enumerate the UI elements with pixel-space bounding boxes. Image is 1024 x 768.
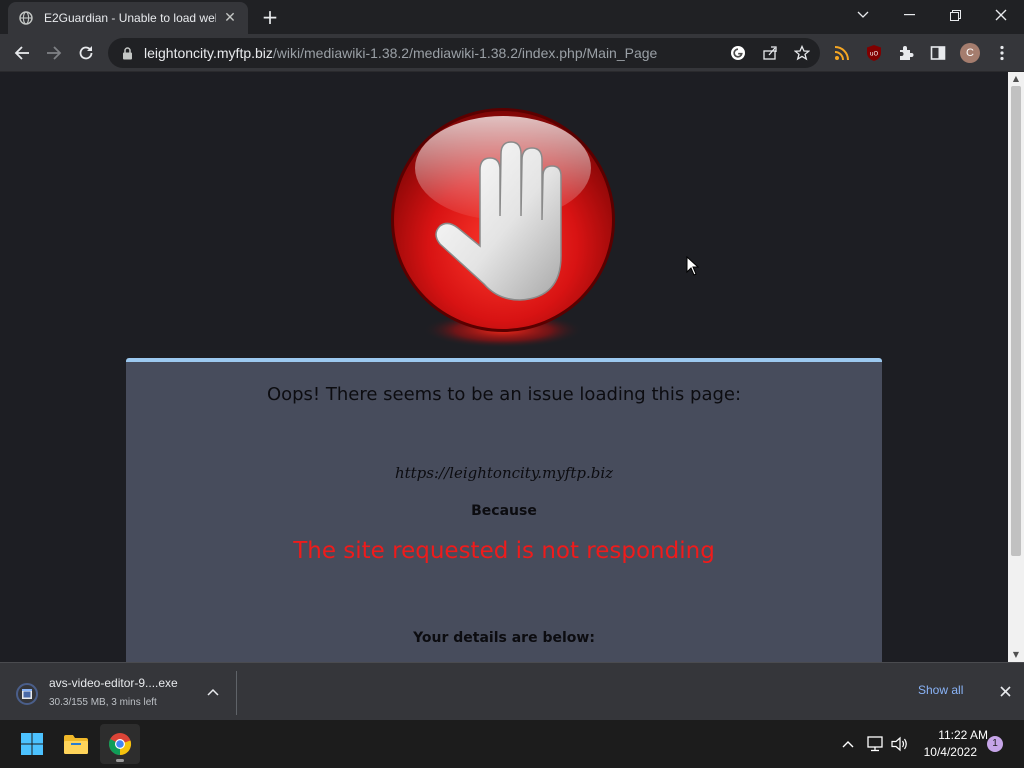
stop-hand-icon: [391, 108, 615, 348]
chevron-up-tray-icon[interactable]: [838, 734, 858, 754]
forward-button[interactable]: [40, 39, 68, 67]
active-app-indicator: [116, 759, 124, 762]
minimize-icon: [903, 14, 915, 16]
share-icon[interactable]: [762, 45, 778, 61]
chevron-down-icon: [857, 11, 869, 18]
bookmark-star-icon[interactable]: [794, 45, 810, 61]
details-heading: Your details are below:: [413, 630, 595, 646]
tab-strip: E2Guardian - Unable to load web ✕ +: [0, 0, 1024, 34]
volume-icon[interactable]: [890, 734, 910, 754]
error-message-panel: Oops! There seems to be an issue loading…: [126, 358, 882, 662]
svg-text:uO: uO: [870, 51, 879, 58]
chevron-up-icon[interactable]: [206, 685, 220, 699]
restore-button[interactable]: [932, 0, 978, 30]
close-icon: [995, 9, 1007, 21]
vertical-scrollbar[interactable]: ▲ ▼: [1008, 72, 1024, 662]
because-label: Because: [471, 503, 537, 519]
shelf-divider: [236, 671, 237, 715]
page-viewport: Oops! There seems to be an issue loading…: [0, 72, 1008, 662]
clock-time[interactable]: 11:22 AM: [912, 728, 988, 742]
file-explorer-button[interactable]: [56, 724, 96, 764]
rss-extension-icon[interactable]: [832, 43, 852, 63]
new-tab-button[interactable]: +: [258, 6, 282, 28]
extensions-puzzle-icon[interactable]: [896, 43, 916, 63]
tab-search-button[interactable]: [840, 0, 886, 30]
ublock-origin-icon[interactable]: uO: [864, 43, 884, 63]
installer-file-icon: [16, 683, 38, 705]
block-reason: The site requested is not responding: [293, 538, 715, 564]
download-shelf: avs-video-editor-9....exe 30.3/155 MB, 3…: [0, 662, 1024, 720]
mouse-cursor-icon: [686, 256, 700, 276]
lock-icon[interactable]: [120, 46, 134, 60]
blocked-url: https://leightoncity.myftp.biz: [394, 464, 614, 482]
profile-avatar[interactable]: C: [960, 43, 980, 63]
window-close-button[interactable]: [978, 0, 1024, 30]
address-bar[interactable]: leightoncity.myftp.biz/wiki/mediawiki-1.…: [108, 38, 820, 68]
url-text: leightoncity.myftp.biz/wiki/mediawiki-1.…: [144, 45, 657, 61]
back-button[interactable]: [8, 39, 36, 67]
reload-icon: [79, 46, 93, 60]
scroll-up-icon[interactable]: ▲: [1008, 72, 1024, 86]
windows-logo-icon: [21, 733, 43, 755]
folder-icon: [64, 735, 88, 754]
google-lens-icon[interactable]: [730, 45, 746, 61]
download-item[interactable]: avs-video-editor-9....exe 30.3/155 MB, 3…: [10, 671, 232, 713]
chrome-taskbar-button[interactable]: [100, 724, 140, 764]
arrow-right-icon: [47, 46, 62, 60]
minimize-button[interactable]: [886, 0, 932, 30]
url-host: leightoncity.myftp.biz: [144, 45, 273, 61]
notification-badge[interactable]: 1: [987, 736, 1003, 752]
browser-toolbar: leightoncity.myftp.biz/wiki/mediawiki-1.…: [0, 34, 1024, 72]
download-file-name: avs-video-editor-9....exe: [49, 676, 178, 690]
restore-icon: [949, 9, 961, 21]
globe-icon: [18, 10, 34, 26]
clock-date[interactable]: 10/4/2022: [912, 745, 977, 759]
scroll-down-icon[interactable]: ▼: [1008, 648, 1024, 662]
reload-button[interactable]: [72, 39, 100, 67]
arrow-left-icon: [14, 46, 29, 60]
url-path: /wiki/mediawiki-1.38.2/mediawiki-1.38.2/…: [272, 45, 658, 61]
kebab-menu-icon[interactable]: [992, 43, 1012, 63]
tab-title: E2Guardian - Unable to load web: [44, 11, 216, 25]
side-panel-icon[interactable]: [928, 43, 948, 63]
start-button[interactable]: [12, 724, 52, 764]
tab-close-icon[interactable]: ✕: [222, 10, 238, 26]
show-all-downloads-link[interactable]: Show all: [918, 683, 963, 697]
error-headline: Oops! There seems to be an issue loading…: [266, 384, 742, 405]
windows-taskbar: 11:22 AM 10/4/2022 1: [0, 720, 1024, 768]
close-shelf-icon[interactable]: [996, 682, 1014, 700]
network-icon[interactable]: [865, 734, 885, 754]
scrollbar-thumb[interactable]: [1011, 86, 1021, 556]
download-status: 30.3/155 MB, 3 mins left: [49, 697, 157, 708]
tab-e2guardian[interactable]: E2Guardian - Unable to load web ✕: [8, 2, 248, 34]
chrome-icon: [108, 733, 132, 756]
